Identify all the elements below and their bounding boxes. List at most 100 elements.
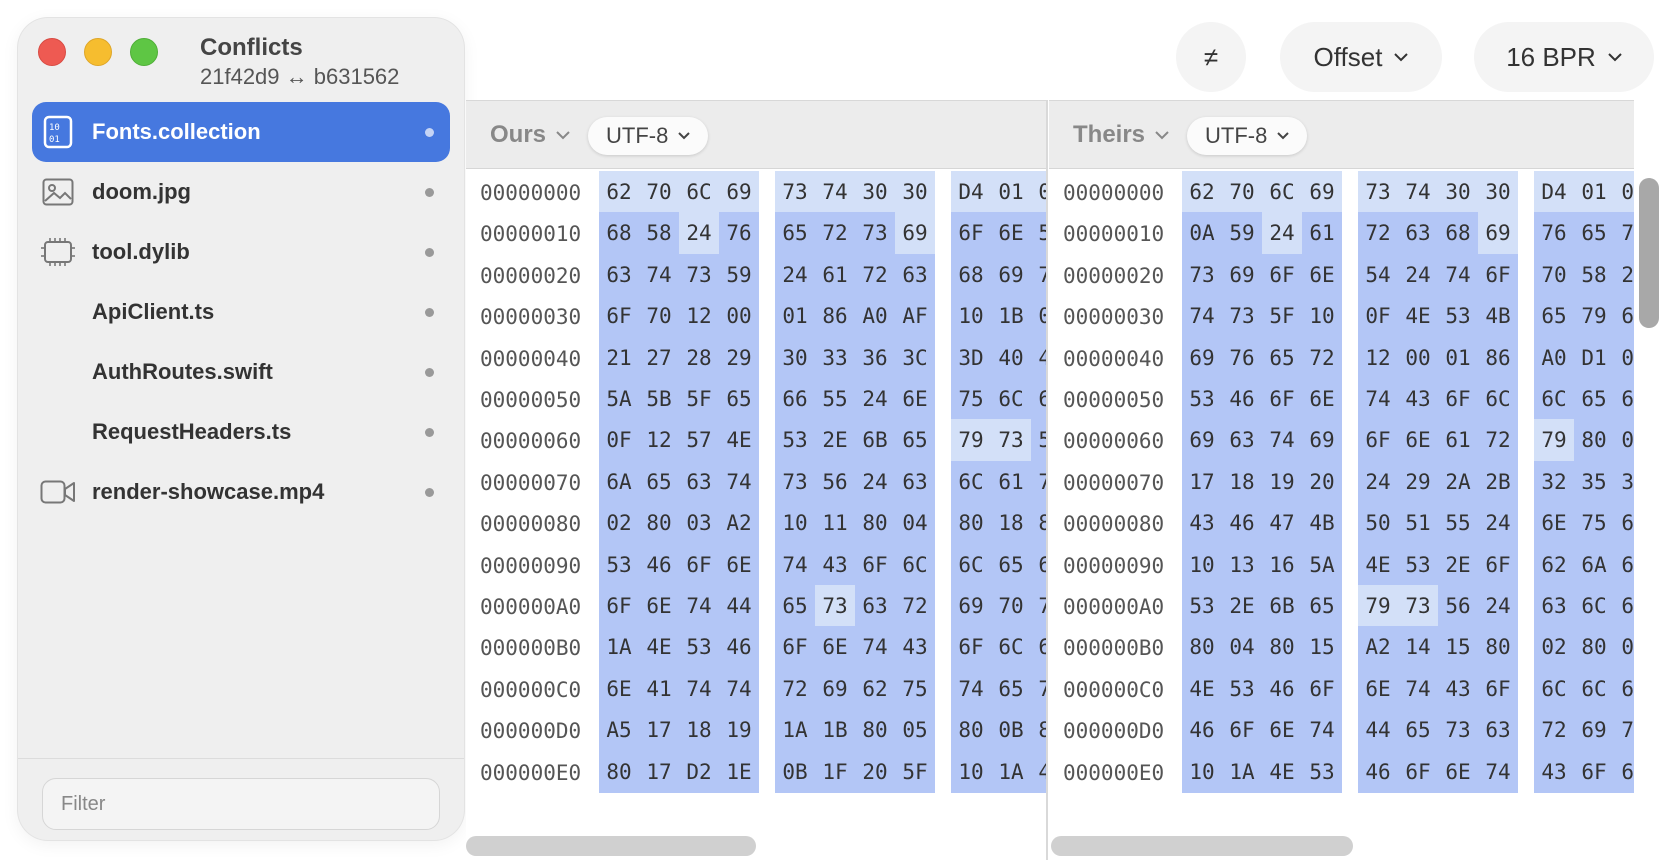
- hex-byte[interactable]: 5A: [599, 378, 639, 420]
- hex-byte[interactable]: 72: [855, 253, 895, 296]
- hex-byte[interactable]: AF: [895, 295, 935, 338]
- hex-byte[interactable]: 6E: [991, 212, 1031, 255]
- hex-byte[interactable]: 80: [951, 502, 991, 545]
- hex-byte[interactable]: 46: [1262, 667, 1302, 710]
- hex-byte[interactable]: 43: [1438, 667, 1478, 710]
- hex-byte[interactable]: 56: [1438, 585, 1478, 627]
- hex-byte[interactable]: 6F: [1358, 419, 1398, 462]
- hex-byte[interactable]: 17: [1182, 460, 1222, 503]
- hex-byte[interactable]: 53: [599, 543, 639, 586]
- hex-byte[interactable]: 46: [1222, 502, 1262, 545]
- hex-byte[interactable]: 20: [855, 750, 895, 793]
- hex-byte[interactable]: 74: [1302, 709, 1342, 752]
- hex-byte[interactable]: 04: [1222, 626, 1262, 669]
- hex-byte[interactable]: A0: [855, 295, 895, 338]
- hex-byte[interactable]: 00: [1031, 295, 1046, 338]
- hex-byte[interactable]: 6F: [599, 585, 639, 627]
- ours-hex-view[interactable]: 0000000062706C6973743030D401000000001068…: [466, 171, 1046, 860]
- hex-byte[interactable]: 76: [1534, 212, 1574, 255]
- hex-byte[interactable]: 80: [855, 502, 895, 545]
- hex-byte[interactable]: 63: [1534, 585, 1574, 627]
- hex-byte[interactable]: 1E: [719, 750, 759, 793]
- close-window-button[interactable]: [38, 38, 66, 66]
- hex-byte[interactable]: 53: [1031, 212, 1046, 255]
- hex-byte[interactable]: 30: [895, 171, 935, 213]
- hex-byte[interactable]: 1B: [815, 709, 855, 752]
- hex-byte[interactable]: 5F: [679, 378, 719, 420]
- hex-byte[interactable]: 6A: [599, 460, 639, 503]
- hex-byte[interactable]: 61: [1614, 585, 1634, 627]
- hex-byte[interactable]: 74: [775, 543, 815, 586]
- hex-byte[interactable]: 24: [1398, 253, 1438, 296]
- hex-byte[interactable]: 69: [991, 253, 1031, 296]
- horizontal-scrollbar[interactable]: [1051, 836, 1353, 856]
- hex-byte[interactable]: 19: [1262, 460, 1302, 503]
- ours-encoding-dropdown[interactable]: UTF-8: [588, 117, 709, 155]
- hex-byte[interactable]: 6C: [1478, 378, 1518, 420]
- hex-byte[interactable]: 63: [1222, 419, 1262, 462]
- hex-byte[interactable]: 6E: [719, 543, 759, 586]
- hex-byte[interactable]: 43: [1182, 502, 1222, 545]
- hex-byte[interactable]: 00: [1614, 171, 1634, 213]
- hex-byte[interactable]: 74: [951, 667, 991, 710]
- hex-byte[interactable]: 6C: [951, 460, 991, 503]
- hex-byte[interactable]: 74: [1262, 419, 1302, 462]
- hex-byte[interactable]: 08: [1614, 336, 1634, 379]
- hex-byte[interactable]: 6C: [1614, 750, 1634, 793]
- hex-byte[interactable]: 5F: [1262, 295, 1302, 338]
- hex-byte[interactable]: 74: [719, 460, 759, 503]
- hex-byte[interactable]: 54: [1358, 253, 1398, 296]
- hex-byte[interactable]: 72: [815, 212, 855, 255]
- hex-byte[interactable]: 41: [639, 667, 679, 710]
- hex-byte[interactable]: 15: [1438, 626, 1478, 669]
- hex-byte[interactable]: 2A: [1438, 460, 1478, 503]
- hex-byte[interactable]: 73: [1031, 667, 1046, 710]
- hex-byte[interactable]: 37: [1614, 460, 1634, 503]
- hex-byte[interactable]: D4: [951, 171, 991, 213]
- hex-byte[interactable]: 6A: [1574, 543, 1614, 586]
- hex-byte[interactable]: 00: [1398, 336, 1438, 379]
- hex-byte[interactable]: 74: [815, 171, 855, 213]
- hex-byte[interactable]: 63: [1398, 212, 1438, 255]
- hex-byte[interactable]: 74: [679, 667, 719, 710]
- hex-byte[interactable]: 6B: [1262, 585, 1302, 627]
- hex-byte[interactable]: 4E: [1358, 543, 1398, 586]
- hex-byte[interactable]: 6C: [679, 171, 719, 213]
- hex-byte[interactable]: 30: [1478, 171, 1518, 213]
- hex-byte[interactable]: 6C: [1534, 378, 1574, 420]
- hex-byte[interactable]: 65: [639, 460, 679, 503]
- hex-byte[interactable]: 53: [1302, 750, 1342, 793]
- hex-byte[interactable]: 73: [1358, 171, 1398, 213]
- hex-byte[interactable]: 13: [1222, 543, 1262, 586]
- hex-byte[interactable]: 69: [719, 171, 759, 213]
- hex-byte[interactable]: 57: [679, 419, 719, 462]
- hex-byte[interactable]: 5A: [1302, 543, 1342, 586]
- hex-byte[interactable]: 72: [775, 667, 815, 710]
- hex-byte[interactable]: 6E: [1358, 667, 1398, 710]
- hex-byte[interactable]: 2B: [1478, 460, 1518, 503]
- hex-byte[interactable]: 68: [951, 253, 991, 296]
- hex-byte[interactable]: 51: [1398, 502, 1438, 545]
- hex-byte[interactable]: 65: [1398, 709, 1438, 752]
- hex-byte[interactable]: 24: [1478, 585, 1518, 627]
- hex-byte[interactable]: 69: [1302, 171, 1342, 213]
- hex-byte[interactable]: 79: [951, 419, 991, 462]
- hex-byte[interactable]: 53: [1182, 378, 1222, 420]
- file-item-render-showcase-mp4[interactable]: render-showcase.mp4: [32, 462, 450, 522]
- hex-byte[interactable]: 10: [1302, 295, 1342, 338]
- file-item-authroutes-swift[interactable]: AuthRoutes.swift: [32, 342, 450, 402]
- hex-byte[interactable]: 72: [1478, 419, 1518, 462]
- hex-byte[interactable]: 44: [1031, 336, 1046, 379]
- hex-byte[interactable]: 72: [1302, 336, 1342, 379]
- hex-byte[interactable]: 6C: [1614, 502, 1634, 545]
- hex-byte[interactable]: 65: [1614, 543, 1634, 586]
- hex-byte[interactable]: 6E: [815, 626, 855, 669]
- hex-byte[interactable]: 12: [679, 295, 719, 338]
- hex-byte[interactable]: 24: [855, 378, 895, 420]
- hex-byte[interactable]: 10: [951, 295, 991, 338]
- hex-byte[interactable]: 79: [1574, 295, 1614, 338]
- hex-byte[interactable]: D4: [1534, 171, 1574, 213]
- hex-byte[interactable]: 44: [1358, 709, 1398, 752]
- hex-byte[interactable]: 75: [951, 378, 991, 420]
- hex-byte[interactable]: 0B: [991, 709, 1031, 752]
